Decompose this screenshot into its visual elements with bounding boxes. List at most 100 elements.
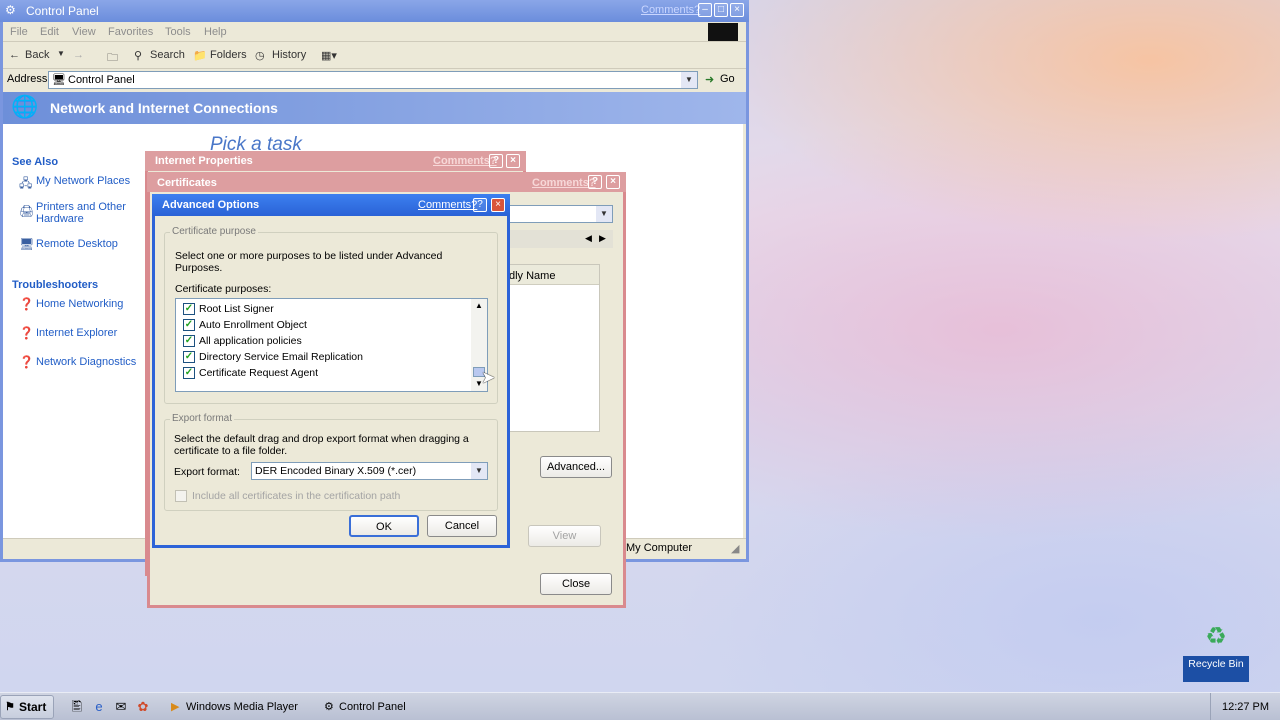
purpose-description: Select one or more purposes to be listed… [175,250,443,274]
comments-link[interactable]: Comments? [641,4,700,16]
go-button[interactable]: Go [720,73,735,85]
history-button[interactable]: History [272,49,306,61]
views-icon[interactable]: ▦▾ [321,49,337,62]
folders-button[interactable]: Folders [210,49,247,61]
tab-scroll-right-icon[interactable]: ▶ [599,233,606,244]
forward-arrow-icon[interactable]: → [73,49,84,61]
certificate-list[interactable]: dly Name [505,264,600,432]
link-remote-desktop[interactable]: Remote Desktop [36,238,118,250]
menu-file[interactable]: File [10,26,28,38]
close-icon[interactable]: × [730,3,744,17]
comments-link[interactable]: Comments? [433,155,497,167]
link-my-network-places[interactable]: My Network Places [36,175,130,187]
tab-strip: ◀ ▶ [505,230,613,248]
close-icon[interactable]: × [606,175,620,189]
control-panel-small-icon: 🖥 [52,74,66,86]
chevron-down-icon: ▼ [471,463,487,479]
export-format-label: Export format: [174,466,240,478]
close-icon[interactable]: × [491,198,505,212]
back-button[interactable]: Back [25,49,49,61]
media-player-icon: ▶ [171,701,180,713]
export-format-select[interactable]: DER Encoded Binary X.509 (*.cer) ▼ [251,462,488,480]
go-arrow-icon[interactable]: ➜ [705,73,714,86]
cancel-button[interactable]: Cancel [427,515,497,537]
checkbox-checked-icon[interactable]: ✓ [183,303,195,315]
maximize-icon[interactable]: □ [714,3,728,17]
taskbar-item-control-panel[interactable]: ⚙ Control Panel [321,696,466,718]
back-dropdown-icon[interactable]: ▼ [57,49,65,58]
address-dropdown-icon[interactable]: ▼ [681,72,697,88]
friendly-name-column: dly Name [509,270,556,282]
address-input[interactable]: 🖥 Control Panel ▼ [48,71,698,89]
link-internet-explorer[interactable]: Internet Explorer [36,327,117,339]
menu-view[interactable]: View [72,26,96,38]
recycle-bin-label: Recycle Bin [1183,656,1249,682]
checkbox-checked-icon[interactable]: ✓ [183,367,195,379]
menu-edit[interactable]: Edit [40,26,59,38]
internet-properties-titlebar[interactable]: Internet Properties Comments? ? × [145,151,526,171]
list-item-label: All application policies [199,335,302,347]
help-icon[interactable]: ? [489,154,503,168]
link-network-diagnostics[interactable]: Network Diagnostics [36,356,136,368]
checkbox-checked-icon[interactable]: ✓ [183,351,195,363]
link-home-networking[interactable]: Home Networking [36,298,123,310]
help-icon[interactable]: ? [588,175,602,189]
tab-scroll-left-icon[interactable]: ◀ [585,233,592,244]
scroll-up-icon[interactable]: ▲ [475,301,483,310]
resize-grip-icon[interactable]: ◢ [731,542,739,555]
close-icon[interactable]: × [506,154,520,168]
list-item-label: Certificate Request Agent [199,367,319,379]
windows-logo-icon [708,23,738,41]
menu-help[interactable]: Help [204,26,227,38]
ok-button[interactable]: OK [349,515,419,537]
certificate-purposes-list[interactable]: ✓ Root List Signer ✓ Auto Enrollment Objec… [175,298,488,392]
export-format-group-label: Export format [170,413,235,424]
help-icon: ❓ [19,297,34,311]
chevron-down-icon: ▼ [596,206,612,222]
internet-explorer-icon[interactable]: e [91,699,107,715]
export-description: Select the default drag and drop export … [174,433,469,457]
category-title: Network and Internet Connections [50,100,278,116]
printer-icon: 🖨 [19,204,35,218]
taskbar-item-label: Control Panel [339,701,406,713]
show-desktop-icon[interactable]: 🖺 [69,699,85,715]
list-item-label: Root List Signer [199,303,274,315]
menu-favorites[interactable]: Favorites [108,26,153,38]
taskbar-item-label: Windows Media Player [186,701,298,713]
comments-link[interactable]: Comments? [532,177,596,189]
address-label: Address [7,73,48,85]
search-button[interactable]: Search [150,49,185,61]
checkbox-checked-icon[interactable]: ✓ [183,319,195,331]
help-icon: ❓ [19,326,34,340]
include-all-label: Include all certificates in the certific… [192,490,401,502]
advanced-button[interactable]: Advanced... [540,456,612,478]
outlook-express-icon[interactable]: ✉ [113,699,129,715]
menu-tools[interactable]: Tools [165,26,191,38]
view-button[interactable]: View [528,525,601,547]
mouse-cursor-icon: ➤ [481,368,496,387]
intended-purpose-select[interactable]: ▼ [505,205,613,223]
close-button[interactable]: Close [540,573,612,595]
address-bar: Address 🖥 Control Panel ▼ ➜ Go [3,70,746,92]
export-format-value: DER Encoded Binary X.509 (*.cer) [255,465,417,477]
link-printers-hardware[interactable]: Printers and Other Hardware [36,201,136,225]
network-places-icon: 🖧 [19,176,33,190]
start-button[interactable]: ⚑ Start [0,695,54,719]
taskbar-item-media-player[interactable]: ▶ Windows Media Player [168,696,313,718]
recycle-bin-icon: ♻ [1205,623,1227,650]
include-all-checkbox[interactable] [175,490,187,502]
history-icon: ◷ [255,50,265,62]
advanced-options-titlebar[interactable]: Advanced Options Comments? ? × [152,194,510,216]
certificates-titlebar[interactable]: Certificates Comments? ? × [147,172,626,192]
msn-icon[interactable]: ✿ [135,699,151,715]
recycle-bin[interactable]: ♻ Recycle Bin [1183,620,1249,682]
system-tray-clock[interactable]: 12:27 PM [1210,693,1280,720]
column-header[interactable]: dly Name [506,265,599,285]
comments-link[interactable]: Comments? [418,199,477,211]
checkbox-checked-icon[interactable]: ✓ [183,335,195,347]
address-value: Control Panel [68,74,135,86]
control-panel-titlebar[interactable]: ⚙ Control Panel Comments? – □ × [0,0,749,22]
minimize-icon[interactable]: – [698,3,712,17]
up-folder-icon[interactable]: 🗀 [107,49,118,68]
help-icon[interactable]: ? [473,198,487,212]
